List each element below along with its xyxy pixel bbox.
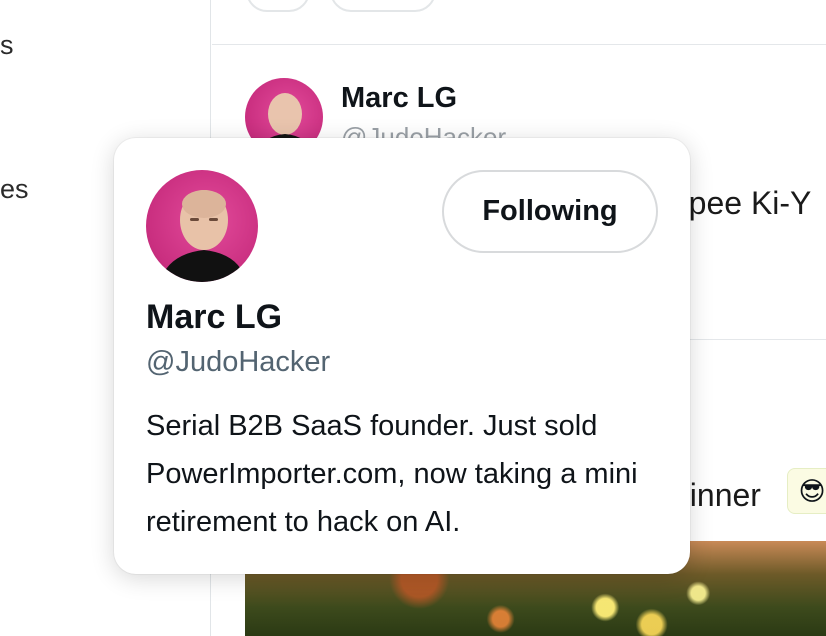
feed-divider <box>212 44 826 45</box>
post-text: -pee Ki-Y <box>678 185 812 221</box>
sidebar-item-0[interactable]: s <box>0 30 14 61</box>
profile-name[interactable]: Marc LG <box>146 298 282 337</box>
sidebar-item-1[interactable]: es <box>0 174 29 205</box>
top-pill-button[interactable] <box>246 0 310 12</box>
profile-avatar[interactable] <box>146 170 258 282</box>
post-author-name[interactable]: Marc LG <box>341 82 457 115</box>
profile-hover-card: Following Marc LG @JudoHacker Serial B2B… <box>114 138 690 574</box>
top-pill-button[interactable] <box>330 0 436 12</box>
profile-handle[interactable]: @JudoHacker <box>146 346 330 379</box>
avatar-portrait-icon <box>160 190 246 282</box>
app-page: s es Marc LG @JudoHacker -pee Ki-Y dinne… <box>0 0 826 636</box>
profile-bio: Serial B2B SaaS founder. Just sold Power… <box>146 410 638 538</box>
following-button[interactable]: Following <box>442 170 658 253</box>
sunglasses-emoji: 😎 <box>787 468 826 514</box>
